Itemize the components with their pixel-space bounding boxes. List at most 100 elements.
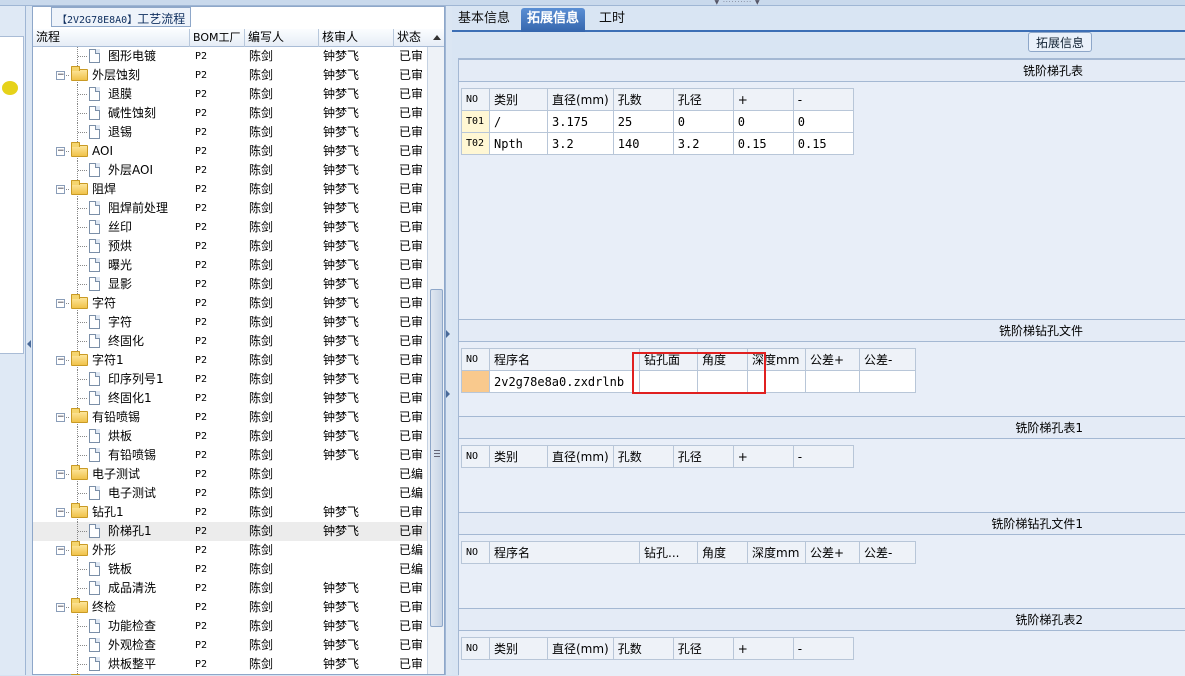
tree-row[interactable]: 外层AOI P2 陈剑 钟梦飞 已审 <box>33 161 427 180</box>
collapse-toggle-icon[interactable]: − <box>56 546 65 555</box>
col-header-process[interactable]: 流程 <box>33 29 190 47</box>
collapse-toggle-icon[interactable]: − <box>56 470 65 479</box>
grid-cell[interactable]: Npth <box>489 132 548 155</box>
tree-row[interactable]: 终固化 P2 陈剑 钟梦飞 已审 <box>33 332 427 351</box>
grid-header-cell[interactable]: NO <box>461 88 490 111</box>
tree-row[interactable]: − 钻孔1 P2 陈剑 钟梦飞 已审 <box>33 503 427 522</box>
grid-header-cell[interactable]: 直径(mm) <box>547 88 614 111</box>
scrollbar-thumb[interactable] <box>430 289 443 627</box>
grid-header-cell[interactable]: 孔数 <box>612 88 674 111</box>
tab-extended-info[interactable]: 拓展信息 <box>521 8 586 32</box>
collapse-toggle-icon[interactable]: − <box>56 299 65 308</box>
grid-header-cell[interactable]: 深度mm <box>747 541 806 564</box>
grid-cell[interactable] <box>461 370 490 393</box>
tree-row[interactable]: 外观检查 P2 陈剑 钟梦飞 已审 <box>33 636 427 655</box>
grid-cell[interactable] <box>639 370 698 393</box>
tree-row[interactable]: − 阻焊 P2 陈剑 钟梦飞 已审 <box>33 180 427 199</box>
tree-vertical-scrollbar[interactable] <box>427 47 444 674</box>
grid-cell[interactable]: 0 <box>732 110 794 133</box>
grid-cell[interactable]: 0.15 <box>732 132 794 155</box>
grid-cell[interactable] <box>747 370 806 393</box>
tree-row[interactable]: − 电子测试 P2 陈剑 已编 <box>33 465 427 484</box>
grid-cell[interactable]: 3.175 <box>547 110 614 133</box>
grid-header-cell[interactable]: NO <box>461 541 490 564</box>
grid-cell[interactable]: 3.2 <box>672 132 734 155</box>
grid-header-cell[interactable]: 孔数 <box>612 637 674 660</box>
tree-row[interactable]: 电子测试 P2 陈剑 已编 <box>33 484 427 503</box>
tree-row[interactable]: − 有铅喷锡 P2 陈剑 钟梦飞 已审 <box>33 408 427 427</box>
col-header-bom[interactable]: BOM工厂 <box>190 29 245 47</box>
grid-header-cell[interactable]: 公差- <box>859 541 916 564</box>
tab-work-hours[interactable]: 工时 <box>593 8 631 32</box>
grid-header-cell[interactable]: - <box>792 88 854 111</box>
grid-cell[interactable] <box>805 370 860 393</box>
grid-cell[interactable]: T02 <box>461 132 490 155</box>
grid-header-cell[interactable]: 孔径 <box>672 88 734 111</box>
tree-row[interactable]: 成品清洗 P2 陈剑 钟梦飞 已审 <box>33 579 427 598</box>
grid-header-cell[interactable]: - <box>792 445 854 468</box>
grid-cell[interactable]: 0.15 <box>792 132 854 155</box>
grid-cell[interactable]: T01 <box>461 110 490 133</box>
tree-row[interactable]: 阶梯孔1 P2 陈剑 钟梦飞 已审 <box>33 522 427 541</box>
grid-header-cell[interactable]: 公差- <box>859 348 916 371</box>
grid-header-cell[interactable]: 类别 <box>489 88 548 111</box>
grid-header-cell[interactable]: 孔数 <box>612 445 674 468</box>
expand-right-arrow-icon-2[interactable] <box>446 390 450 398</box>
tree-row[interactable]: 丝印 P2 陈剑 钟梦飞 已审 <box>33 218 427 237</box>
tree-row[interactable]: − 终检 P2 陈剑 钟梦飞 已审 <box>33 598 427 617</box>
tree-row[interactable]: 曝光 P2 陈剑 钟梦飞 已审 <box>33 256 427 275</box>
tree-row[interactable]: − 外层蚀刻 P2 陈剑 钟梦飞 已审 <box>33 66 427 85</box>
collapse-toggle-icon[interactable]: − <box>56 185 65 194</box>
grid-cell[interactable]: / <box>489 110 548 133</box>
grid-header-cell[interactable]: 类别 <box>489 637 548 660</box>
splitter-grip-icon[interactable]: ▼ ·········· ▼ <box>705 0 770 6</box>
tree-row[interactable]: − 外形 P2 陈剑 已编 <box>33 541 427 560</box>
grid-header-cell[interactable]: 公差+ <box>805 541 860 564</box>
grid-header-cell[interactable]: NO <box>461 445 490 468</box>
grid-header-cell[interactable]: + <box>732 445 794 468</box>
comment-bubble-icon[interactable] <box>2 81 18 95</box>
grid-row[interactable]: T02 Npth 3.2 140 3.2 0.15 0.15 <box>461 132 854 155</box>
tree-row[interactable]: 铣板 P2 陈剑 已编 <box>33 560 427 579</box>
grid-cell[interactable]: 2v2g78e8a0.zxdrlnb <box>489 370 640 393</box>
grid-row[interactable]: 2v2g78e8a0.zxdrlnb <box>461 370 916 393</box>
tree-row[interactable]: 终固化1 P2 陈剑 钟梦飞 已审 <box>33 389 427 408</box>
tree-row[interactable]: 阻焊前处理 P2 陈剑 钟梦飞 已审 <box>33 199 427 218</box>
tree-row[interactable]: − 字符 P2 陈剑 钟梦飞 已审 <box>33 294 427 313</box>
grid-header-cell[interactable]: 钻孔... <box>639 541 698 564</box>
tree-row[interactable]: − AOI P2 陈剑 钟梦飞 已审 <box>33 142 427 161</box>
tree-row[interactable]: 字符 P2 陈剑 钟梦飞 已审 <box>33 313 427 332</box>
tree-row[interactable]: 显影 P2 陈剑 钟梦飞 已审 <box>33 275 427 294</box>
tree-row[interactable]: 图形电镀 P2 陈剑 钟梦飞 已审 <box>33 47 427 66</box>
grid-header-cell[interactable]: 角度 <box>697 541 748 564</box>
col-header-reviewer[interactable]: 核审人 <box>319 29 394 47</box>
grid-cell[interactable]: 0 <box>672 110 734 133</box>
grid-cell[interactable] <box>859 370 916 393</box>
grid-header-cell[interactable]: + <box>732 637 794 660</box>
collapse-left-arrow-icon[interactable] <box>27 340 31 348</box>
collapse-toggle-icon[interactable]: − <box>56 508 65 517</box>
tree-row[interactable]: 有铅喷锡 P2 陈剑 钟梦飞 已审 <box>33 446 427 465</box>
collapse-toggle-icon[interactable]: − <box>56 603 65 612</box>
tree-row[interactable]: 烘板整平 P2 陈剑 钟梦飞 已审 <box>33 655 427 674</box>
tab-basic-info[interactable]: 基本信息 <box>452 8 516 32</box>
grid-header-cell[interactable]: 钻孔面 <box>639 348 698 371</box>
tree-row[interactable]: 功能检查 P2 陈剑 钟梦飞 已审 <box>33 617 427 636</box>
grid-cell[interactable]: 140 <box>612 132 674 155</box>
collapse-toggle-icon[interactable]: − <box>56 413 65 422</box>
grid-header-cell[interactable]: 孔径 <box>672 637 734 660</box>
collapse-toggle-icon[interactable]: − <box>56 71 65 80</box>
grid-header-cell[interactable]: 类别 <box>489 445 548 468</box>
col-header-writer[interactable]: 编写人 <box>245 29 319 47</box>
grid-header-cell[interactable]: 角度 <box>697 348 748 371</box>
collapse-toggle-icon[interactable]: − <box>56 147 65 156</box>
grid-header-cell[interactable]: 深度mm <box>747 348 806 371</box>
grid-row[interactable]: T01/3.175 25 0 0 0 <box>461 110 854 133</box>
middle-splitter[interactable] <box>445 6 452 675</box>
grid-cell[interactable]: 3.2 <box>547 132 614 155</box>
grid-header-cell[interactable]: NO <box>461 348 490 371</box>
grid-header-cell[interactable]: 程序名 <box>489 541 640 564</box>
grid-header-cell[interactable]: 直径(mm) <box>547 637 614 660</box>
grid-header-cell[interactable]: NO <box>461 637 490 660</box>
grid-header-cell[interactable]: 程序名 <box>489 348 640 371</box>
